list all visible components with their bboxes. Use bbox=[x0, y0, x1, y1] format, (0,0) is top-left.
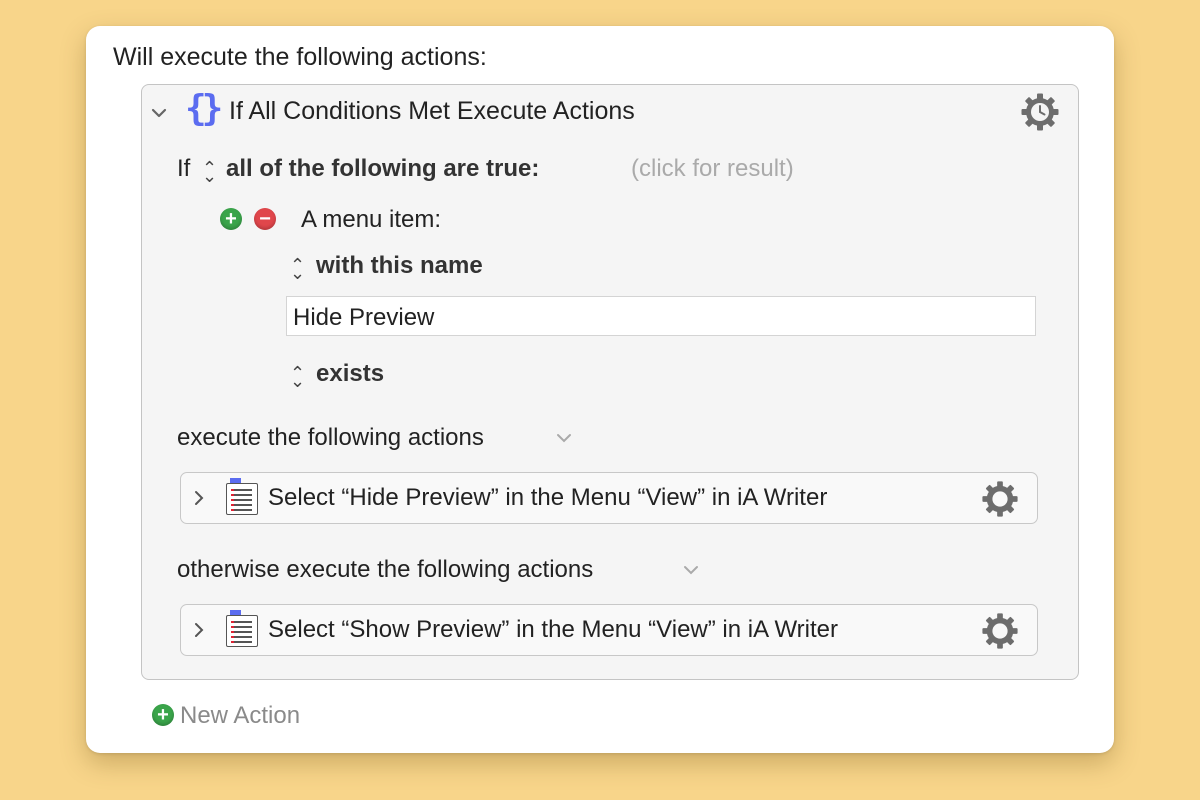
name-mode-stepper-icon[interactable]: ⌃ ⌄ bbox=[290, 255, 305, 283]
action-title: If All Conditions Met Execute Actions bbox=[229, 97, 635, 125]
chevron-down-icon[interactable] bbox=[683, 565, 699, 575]
menu-action-icon bbox=[226, 610, 258, 647]
curly-braces-icon: {} bbox=[185, 88, 223, 129]
gear-icon[interactable] bbox=[981, 612, 1019, 650]
if-label: If bbox=[177, 155, 191, 182]
gear-icon[interactable] bbox=[981, 480, 1019, 518]
name-mode-select[interactable]: with this name bbox=[316, 252, 483, 280]
chevron-right-icon[interactable] bbox=[194, 622, 204, 638]
then-action-row[interactable]: Select “Hide Preview” in the Menu “View”… bbox=[180, 472, 1038, 524]
match-mode-stepper-icon[interactable]: ⌃ ⌄ bbox=[202, 158, 217, 186]
chevron-down-icon[interactable] bbox=[151, 107, 167, 119]
chevron-down-icon[interactable] bbox=[556, 433, 572, 443]
result-hint[interactable]: (click for result) bbox=[631, 155, 794, 183]
add-condition-button[interactable]: + bbox=[220, 208, 242, 230]
menu-name-field[interactable]: Hide Preview bbox=[286, 296, 1036, 336]
otherwise-actions-label: otherwise execute the following actions bbox=[177, 556, 594, 583]
intro-label: Will execute the following actions: bbox=[113, 43, 487, 71]
state-select[interactable]: exists bbox=[316, 360, 384, 388]
chevron-right-icon[interactable] bbox=[194, 490, 204, 506]
if-action-group[interactable]: {} If All Conditions Met Execute Actions… bbox=[141, 84, 1079, 680]
gear-clock-icon[interactable] bbox=[1020, 92, 1060, 132]
actions-panel: Will execute the following actions: {} I… bbox=[86, 26, 1114, 753]
new-action-button[interactable]: New Action bbox=[180, 702, 300, 730]
match-mode-select[interactable]: all of the following are true: bbox=[226, 155, 539, 183]
new-action-plus-icon[interactable]: + bbox=[152, 704, 174, 726]
menu-action-icon bbox=[226, 478, 258, 515]
remove-condition-button[interactable]: − bbox=[254, 208, 276, 230]
action-label: Select “Hide Preview” in the Menu “View”… bbox=[268, 484, 828, 511]
then-actions-label: execute the following actions bbox=[177, 424, 484, 451]
state-stepper-icon[interactable]: ⌃ ⌄ bbox=[290, 363, 305, 391]
action-label: Select “Show Preview” in the Menu “View”… bbox=[268, 616, 838, 643]
menu-item-label: A menu item: bbox=[301, 206, 442, 233]
otherwise-action-row[interactable]: Select “Show Preview” in the Menu “View”… bbox=[180, 604, 1038, 656]
